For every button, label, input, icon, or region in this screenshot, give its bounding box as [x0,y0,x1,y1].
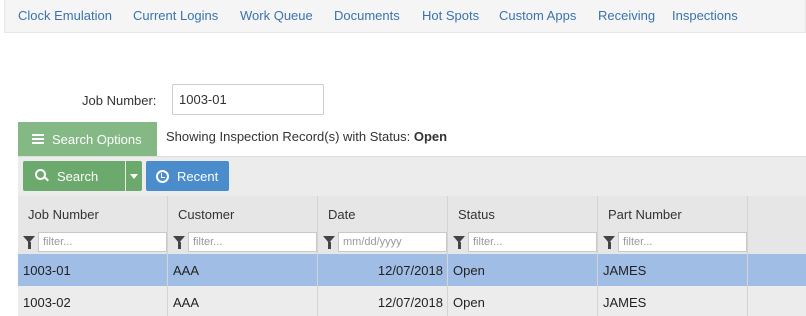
filter-input-status[interactable] [468,232,597,252]
filter-icon[interactable] [453,236,465,249]
search-button-label: Search [57,168,99,184]
cell-date: 12/07/2018 [318,286,448,316]
filter-icon[interactable] [23,236,35,249]
grid-toolbar: Search Recent [18,156,806,196]
cell-status: Open [448,254,598,286]
column-header-job-number[interactable]: Job Number [18,196,168,230]
recent-button[interactable]: Recent [146,161,229,191]
cell-customer: AAA [168,254,318,286]
filter-cell-job-number [18,230,168,254]
filter-cell-date [318,230,448,254]
nav-hot-spots[interactable]: Hot Spots [422,8,479,23]
nav-receiving[interactable]: Receiving [598,8,655,23]
search-options-label: Search Options [52,131,142,147]
table-row[interactable]: 1003-02 AAA 12/07/2018 Open JAMES [18,286,806,316]
table-row[interactable]: 1003-01 AAA 12/07/2018 Open JAMES [18,254,806,286]
cell-date: 12/07/2018 [318,254,448,286]
grid-filter-row [18,230,806,254]
nav-inspections[interactable]: Inspections [672,8,738,23]
column-header-status[interactable]: Status [448,196,598,230]
search-button[interactable]: Search [23,161,125,191]
column-header-customer[interactable]: Customer [168,196,318,230]
filter-cell-part-number [598,230,748,254]
filter-icon[interactable] [173,236,185,249]
column-header-date[interactable]: Date [318,196,448,230]
job-number-input[interactable] [172,84,324,115]
filter-input-job-number[interactable] [38,232,167,252]
nav-current-logins[interactable]: Current Logins [133,8,218,23]
cell-part-number: JAMES [598,254,748,286]
column-header-part-number[interactable]: Part Number [598,196,748,230]
top-nav-bar: Clock Emulation Current Logins Work Queu… [4,0,806,33]
nav-documents[interactable]: Documents [334,8,400,23]
search-options-button[interactable]: Search Options [18,122,157,156]
filter-cell-status [448,230,598,254]
grid-header-row: Job Number Customer Date Status Part Num… [18,196,806,230]
cell-job-number: 1003-02 [18,286,168,316]
cell-status: Open [448,286,598,316]
status-filter-text: Showing Inspection Record(s) with Status… [166,129,447,144]
filter-cell-customer [168,230,318,254]
status-filter-prefix: Showing Inspection Record(s) with Status… [166,129,411,144]
filter-icon[interactable] [323,236,335,249]
recent-button-label: Recent [177,168,219,184]
filter-input-date[interactable] [338,232,447,252]
job-number-label: Job Number: [82,93,157,108]
filter-icon[interactable] [603,236,615,249]
nav-custom-apps[interactable]: Custom Apps [499,8,576,23]
cell-job-number: 1003-01 [18,254,168,286]
cell-part-number: JAMES [598,286,748,316]
clock-icon [156,169,169,183]
search-dropdown-toggle[interactable] [126,161,142,191]
filter-input-customer[interactable] [188,232,317,252]
filter-input-part-number[interactable] [618,232,747,252]
cell-customer: AAA [168,286,318,316]
nav-clock-emulation[interactable]: Clock Emulation [18,8,112,23]
nav-work-queue[interactable]: Work Queue [240,8,313,23]
status-filter-value: Open [413,129,448,144]
menu-icon [32,132,44,146]
search-icon [35,169,49,183]
inspection-grid: Job Number Customer Date Status Part Num… [18,196,806,316]
